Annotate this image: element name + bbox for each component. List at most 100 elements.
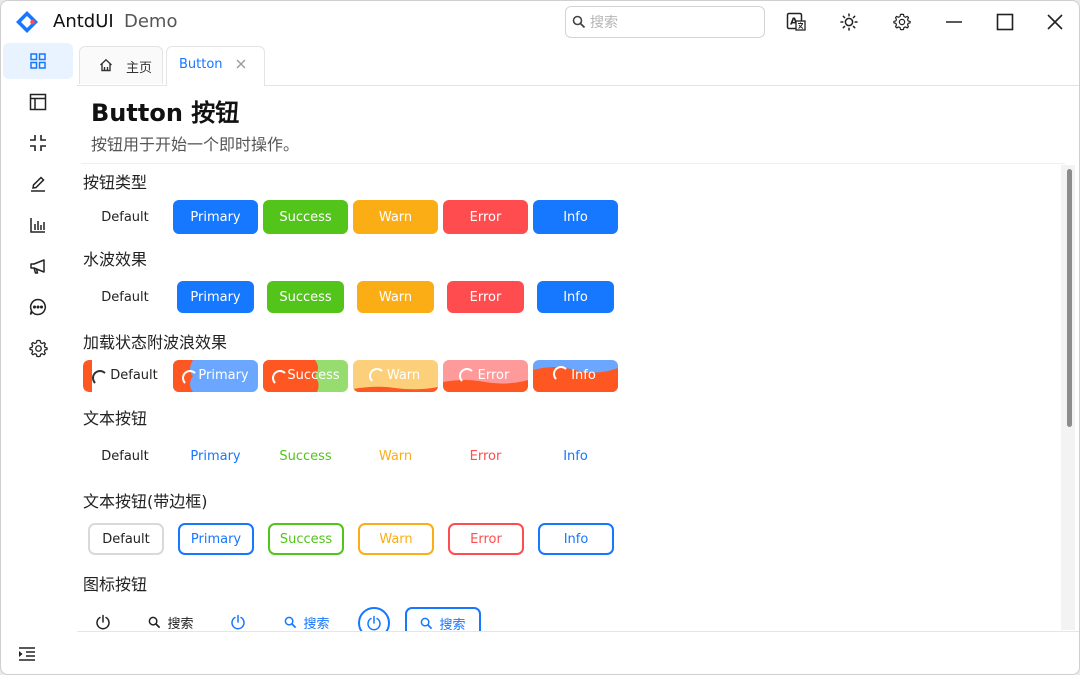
antd-logo-icon [16,11,38,33]
loading-warn-button[interactable]: Warn [353,360,438,392]
minimize-icon [946,21,962,23]
warn-button[interactable]: Warn [353,200,438,234]
tab-home[interactable]: 主页 [79,46,163,84]
default-button[interactable]: Default [93,201,157,233]
section-title-ripple: 水波效果 [83,250,148,269]
page-title: Button 按钮 [91,99,240,127]
loading-info-label: Info [571,368,596,383]
sidebar-item-edit[interactable] [3,166,73,202]
loading-error-button[interactable]: Error [443,360,528,392]
text-success-button[interactable]: Success [267,440,344,472]
search-input[interactable] [588,12,762,34]
outline-warn-button[interactable]: Warn [358,523,434,555]
search-icon [572,15,586,29]
sidebar-item-overview[interactable] [3,43,73,79]
outline-primary-button[interactable]: Primary [178,523,254,555]
tab-button-label: Button [179,57,223,72]
error-button[interactable]: Error [443,200,528,234]
power-icon [96,614,110,630]
loading-default-label: Default [110,368,158,383]
text-primary-button[interactable]: Primary [177,440,254,472]
power-icon [367,615,381,631]
close-button[interactable] [1030,1,1079,43]
sun-icon [840,13,858,31]
search-icon [285,616,297,628]
text-default-button[interactable]: Default [93,440,157,472]
close-icon [1047,14,1063,30]
search-icon [421,617,433,629]
theme-toggle-button[interactable] [833,6,865,38]
settings-button[interactable] [886,6,918,38]
search-icon [149,616,161,628]
text-info-button[interactable]: Info [537,440,614,472]
content-clip [77,632,1079,674]
ripple-info-button[interactable]: Info [537,281,614,313]
sidebar-item-chart[interactable] [3,207,73,243]
outline-info-button[interactable]: Info [538,523,614,555]
primary-button[interactable]: Primary [173,200,258,234]
sidebar-item-message[interactable] [3,289,73,325]
loading-error-label: Error [477,368,510,383]
search-box[interactable] [565,6,765,38]
tab-button[interactable]: Button [166,46,265,86]
section-title-text-border: 文本按钮(带边框) [83,492,208,511]
section-title-icon: 图标按钮 [83,575,148,594]
sidebar-item-layout[interactable] [3,84,73,120]
megaphone-icon [30,259,45,274]
icon-search-label: 搜索 [303,616,330,632]
text-error-button[interactable]: Error [447,440,524,472]
compress-icon [30,135,46,151]
section-title-text: 文本按钮 [83,409,148,428]
ripple-error-button[interactable]: Error [447,281,524,313]
collapse-menu-icon[interactable] [17,644,37,664]
section-title-loading: 加载状态附波浪效果 [83,333,228,352]
outline-error-button[interactable]: Error [448,523,524,555]
loading-default-button[interactable]: Default [83,360,163,392]
power-icon [231,614,245,630]
page-description: 按钮用于开始一个即时操作。 [91,135,300,154]
gear-icon [28,339,48,357]
app-window: AntdUI Demo A [0,0,1080,675]
ripple-default-button[interactable]: Default [93,281,157,313]
grid-icon [30,53,46,69]
chat-icon [29,298,47,316]
loading-primary-label: Primary [198,368,249,383]
sidebar-item-compress[interactable] [3,125,73,161]
ripple-success-button[interactable]: Success [267,281,344,313]
divider [81,163,1065,164]
translate-button[interactable]: A [780,6,812,38]
tab-home-label: 主页 [126,61,153,76]
loading-warn-label: Warn [386,368,421,383]
title-bar: AntdUI Demo A [1,1,1079,43]
loading-info-button[interactable]: Info [533,360,618,392]
bar-chart-icon [30,218,45,233]
ripple-primary-button[interactable]: Primary [177,281,254,313]
loading-success-button[interactable]: Success [263,360,348,392]
home-icon [100,58,112,72]
layout-icon [29,93,47,111]
maximize-icon [996,13,1014,31]
icon-search-label: 搜索 [439,617,466,633]
scrollbar-thumb[interactable] [1067,169,1072,427]
sidebar [1,43,75,674]
close-tab-icon[interactable] [234,57,248,71]
icon-search-label: 搜索 [167,616,194,632]
outline-success-button[interactable]: Success [268,523,344,555]
app-subtitle: Demo [124,11,178,32]
success-button[interactable]: Success [263,200,348,234]
sidebar-item-notification[interactable] [3,248,73,284]
sidebar-item-settings[interactable] [3,330,73,366]
app-name: AntdUI [53,11,114,32]
maximize-button[interactable] [980,1,1030,43]
edit-icon [31,176,45,192]
ripple-warn-button[interactable]: Warn [357,281,434,313]
minimize-button[interactable] [929,1,979,43]
info-button[interactable]: Info [533,200,618,234]
outline-default-button[interactable]: Default [88,523,164,555]
translate-icon: A [786,12,806,31]
tab-bar: 主页 Button [77,43,1079,86]
loading-success-label: Success [287,368,340,383]
content-bottom-border [77,631,1079,632]
loading-primary-button[interactable]: Primary [173,360,258,392]
text-warn-button[interactable]: Warn [357,440,434,472]
